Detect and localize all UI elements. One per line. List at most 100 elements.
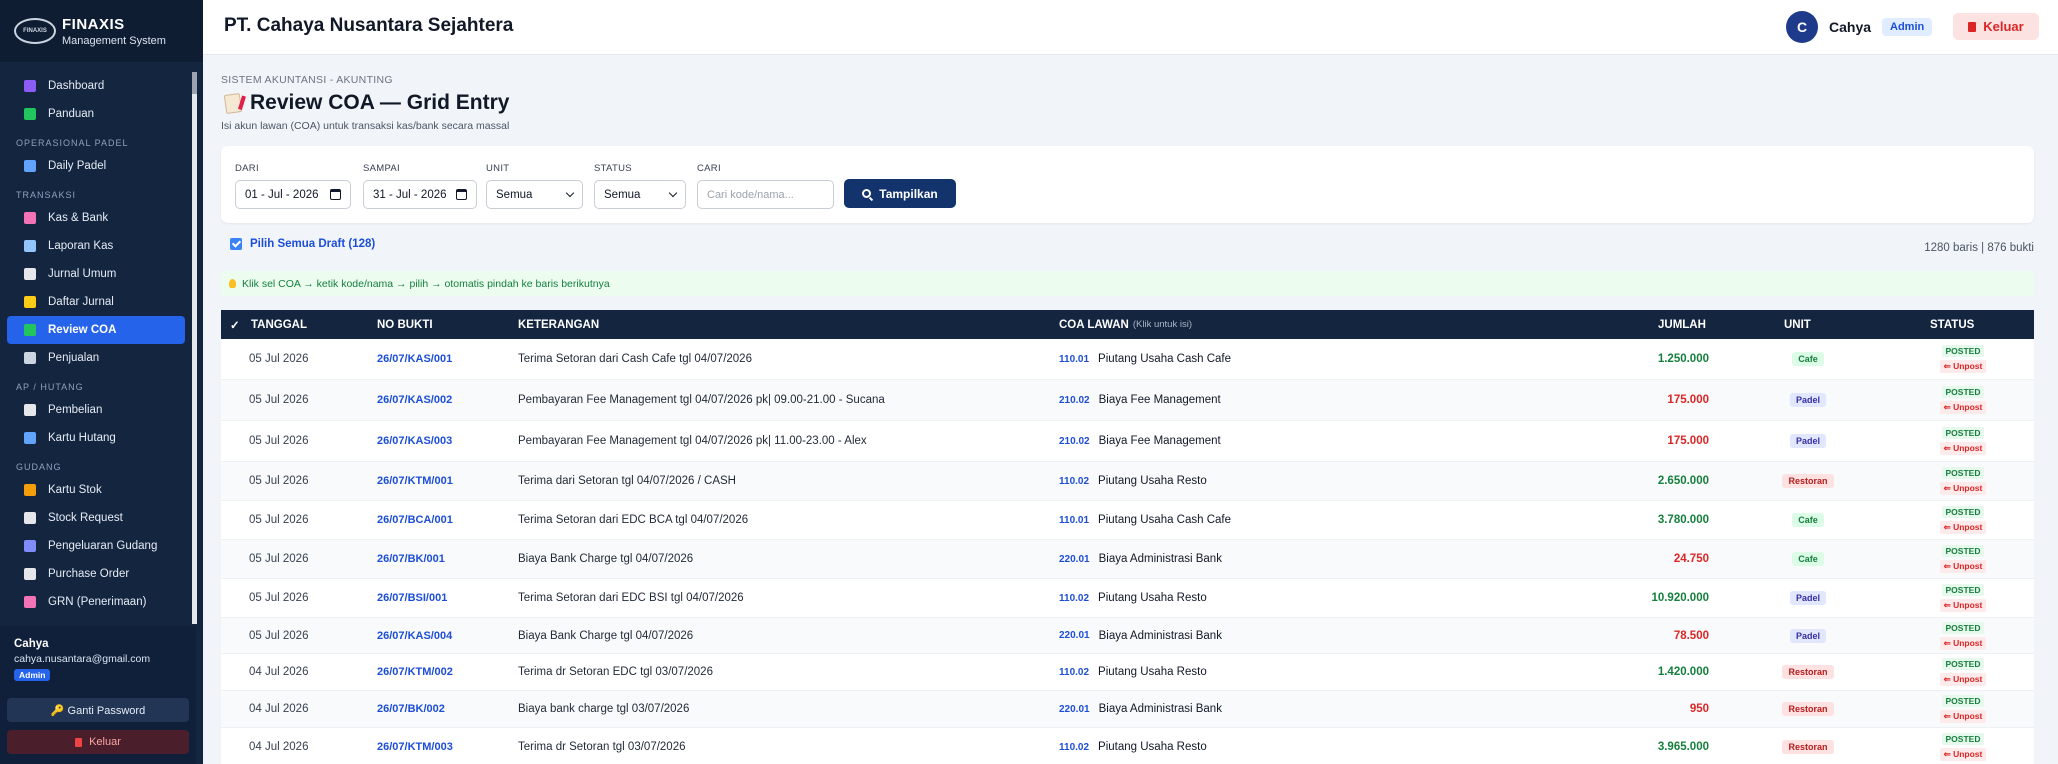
header-check[interactable]: ✓: [230, 310, 240, 339]
sidebar-scrollbar[interactable]: [192, 72, 197, 624]
sidebar-item-grn-penerimaan[interactable]: GRN (Penerimaan): [7, 588, 185, 616]
table-row[interactable]: 05 Jul 2026 26/07/KTM/001 Terima dari Seto…: [221, 462, 2034, 501]
coa-grid: ✓ TANGGAL NO BUKTI KETERANGAN COA LAWAN …: [221, 310, 2034, 764]
coa-code: 110.02: [1059, 592, 1090, 604]
select-all-label: Pilih Semua Draft (128): [250, 238, 376, 250]
unpost-button[interactable]: ⇐ Unpost: [1939, 401, 1987, 414]
cell-coa-lawan[interactable]: 110.01 Piutang Usaha Cash Cafe: [1059, 339, 1231, 379]
table-row[interactable]: 05 Jul 2026 26/07/BCA/001 Terima Setoran d…: [221, 501, 2034, 540]
unpost-button[interactable]: ⇐ Unpost: [1939, 360, 1987, 373]
page-title: Review COA — Grid Entry: [223, 91, 509, 115]
cell-no-bukti-link[interactable]: 26/07/KAS/004: [377, 618, 452, 653]
header-logout-button[interactable]: Keluar: [1953, 13, 2039, 40]
cell-coa-lawan[interactable]: 110.02 Piutang Usaha Resto: [1059, 728, 1207, 764]
cell-coa-lawan[interactable]: 110.02 Piutang Usaha Resto: [1059, 654, 1207, 690]
unpost-button[interactable]: ⇐ Unpost: [1939, 599, 1987, 612]
cell-no-bukti-link[interactable]: 26/07/KAS/002: [377, 380, 452, 420]
change-password-button[interactable]: 🔑 Ganti Password: [7, 698, 189, 722]
unpost-button[interactable]: ⇐ Unpost: [1939, 560, 1987, 573]
cell-coa-lawan[interactable]: 210.02 Biaya Fee Management: [1059, 421, 1221, 461]
cell-no-bukti-link[interactable]: 26/07/KTM/003: [377, 728, 453, 764]
cell-no-bukti-link[interactable]: 26/07/KTM/001: [377, 462, 453, 500]
sidebar-item-kartu-stok[interactable]: Kartu Stok: [7, 476, 185, 504]
unpost-button[interactable]: ⇐ Unpost: [1939, 636, 1987, 650]
status-badge: POSTED: [1941, 733, 1985, 745]
cell-unit: Padel: [1768, 380, 1848, 420]
cell-coa-lawan[interactable]: 220.01 Biaya Administrasi Bank: [1059, 618, 1222, 653]
header-tanggal[interactable]: TANGGAL: [251, 310, 307, 339]
cell-no-bukti-link[interactable]: 26/07/KAS/003: [377, 421, 452, 461]
filter-status: STATUS Semua: [594, 163, 686, 209]
filter-status-label: STATUS: [594, 163, 632, 174]
sidebar-item-kas-bank[interactable]: Kas & Bank: [7, 204, 185, 232]
status-select[interactable]: Semua: [594, 180, 686, 209]
sidebar-item-panduan[interactable]: Panduan: [7, 100, 185, 128]
cell-coa-lawan[interactable]: 110.02 Piutang Usaha Resto: [1059, 462, 1207, 500]
cell-no-bukti-link[interactable]: 26/07/BSI/001: [377, 579, 447, 617]
sidebar-item-pembelian[interactable]: Pembelian: [7, 396, 185, 424]
header-keterangan[interactable]: KETERANGAN: [518, 310, 599, 339]
unpost-button[interactable]: ⇐ Unpost: [1939, 442, 1987, 455]
cell-coa-lawan[interactable]: 110.01 Piutang Usaha Cash Cafe: [1059, 501, 1231, 539]
sidebar-item-jurnal-umum[interactable]: Jurnal Umum: [7, 260, 185, 288]
nav-section-label: OPERASIONAL PADEL: [16, 138, 129, 148]
sidebar-item-daily-padel[interactable]: Daily Padel: [7, 152, 185, 180]
sidebar-item-pengeluaran-gudang[interactable]: Pengeluaran Gudang: [7, 532, 185, 560]
brand[interactable]: FINAXIS FINAXIS Management System: [0, 0, 203, 62]
table-row[interactable]: 05 Jul 2026 26/07/KAS/003 Pembayaran Fee M…: [221, 421, 2034, 462]
table-row[interactable]: 04 Jul 2026 26/07/KTM/002 Terima dr Setora…: [221, 654, 2034, 691]
coa-name: Biaya Fee Management: [1098, 394, 1221, 406]
table-row[interactable]: 05 Jul 2026 26/07/BSI/001 Terima Setoran d…: [221, 579, 2034, 618]
sidebar-item-daftar-jurnal[interactable]: Daftar Jurnal: [7, 288, 185, 316]
table-row[interactable]: 05 Jul 2026 26/07/BK/001 Biaya Bank Charge…: [221, 540, 2034, 579]
cell-coa-lawan[interactable]: 210.02 Biaya Fee Management: [1059, 380, 1221, 420]
cell-jumlah: 3.965.000: [1657, 741, 1709, 753]
cell-coa-lawan[interactable]: 220.01 Biaya Administrasi Bank: [1059, 691, 1222, 727]
cell-no-bukti-link[interactable]: 26/07/BCA/001: [377, 501, 453, 539]
unpost-button[interactable]: ⇐ Unpost: [1939, 673, 1987, 686]
table-row[interactable]: 05 Jul 2026 26/07/KAS/002 Pembayaran Fee M…: [221, 380, 2034, 421]
cell-no-bukti-link[interactable]: 26/07/BK/002: [377, 691, 445, 727]
sidebar-scrollbar-thumb[interactable]: [192, 72, 197, 94]
sidebar-item-dashboard[interactable]: Dashboard: [7, 72, 185, 100]
select-all-drafts[interactable]: Pilih Semua Draft (128): [230, 238, 375, 250]
unpost-button[interactable]: ⇐ Unpost: [1939, 521, 1987, 534]
show-button[interactable]: Tampilkan: [844, 179, 956, 208]
calendar-icon[interactable]: [330, 189, 341, 200]
sidebar-item-purchase-order[interactable]: Purchase Order: [7, 560, 185, 588]
table-row[interactable]: 04 Jul 2026 26/07/BK/002 Biaya bank charge…: [221, 691, 2034, 728]
header-coa[interactable]: COA LAWAN (Klik untuk isi): [1059, 310, 1192, 339]
sidebar-logout-button[interactable]: Keluar: [7, 730, 189, 754]
date-to-input[interactable]: 31 - Jul - 2026: [363, 180, 477, 209]
header-jumlah[interactable]: JUMLAH: [1658, 310, 1706, 339]
cell-coa-lawan[interactable]: 220.01 Biaya Administrasi Bank: [1059, 540, 1222, 578]
sidebar-item-laporan-kas[interactable]: Laporan Kas: [7, 232, 185, 260]
table-row[interactable]: 04 Jul 2026 26/07/KTM/003 Terima dr Setora…: [221, 728, 2034, 764]
table-row[interactable]: 05 Jul 2026 26/07/KAS/001 Terima Setoran d…: [221, 339, 2034, 380]
row-counts: 1280 baris | 876 bukti: [1924, 242, 2034, 254]
cell-jumlah: 3.780.000: [1657, 514, 1709, 526]
sidebar-item-review-coa[interactable]: Review COA: [7, 316, 185, 344]
cell-no-bukti-link[interactable]: 26/07/KAS/001: [377, 339, 452, 379]
header-unit[interactable]: UNIT: [1784, 310, 1811, 339]
date-from-input[interactable]: 01 - Jul - 2026: [235, 180, 351, 209]
sidebar-item-kartu-hutang[interactable]: Kartu Hutang: [7, 424, 185, 452]
padel-icon: [24, 160, 36, 172]
header-status[interactable]: STATUS: [1930, 310, 1974, 339]
select-all-checkbox[interactable]: [230, 238, 242, 250]
calendar-icon[interactable]: [456, 189, 467, 200]
unpost-button[interactable]: ⇐ Unpost: [1939, 748, 1987, 761]
unit-select[interactable]: Semua: [486, 180, 583, 209]
cell-no-bukti-link[interactable]: 26/07/BK/001: [377, 540, 445, 578]
sidebar-item-label: Kartu Stok: [48, 484, 102, 496]
cell-coa-lawan[interactable]: 110.02 Piutang Usaha Resto: [1059, 579, 1207, 617]
unpost-button[interactable]: ⇐ Unpost: [1939, 710, 1987, 723]
unpost-button[interactable]: ⇐ Unpost: [1939, 482, 1987, 495]
cell-no-bukti-link[interactable]: 26/07/KTM/002: [377, 654, 453, 690]
table-row[interactable]: 05 Jul 2026 26/07/KAS/004 Biaya Bank Charg…: [221, 618, 2034, 654]
search-input[interactable]: Cari kode/nama...: [697, 180, 834, 209]
sidebar-item-penjualan[interactable]: Penjualan: [7, 344, 185, 372]
avatar[interactable]: C: [1786, 11, 1818, 43]
sidebar-item-stock-request[interactable]: Stock Request: [7, 504, 185, 532]
header-no-bukti[interactable]: NO BUKTI: [377, 310, 433, 339]
